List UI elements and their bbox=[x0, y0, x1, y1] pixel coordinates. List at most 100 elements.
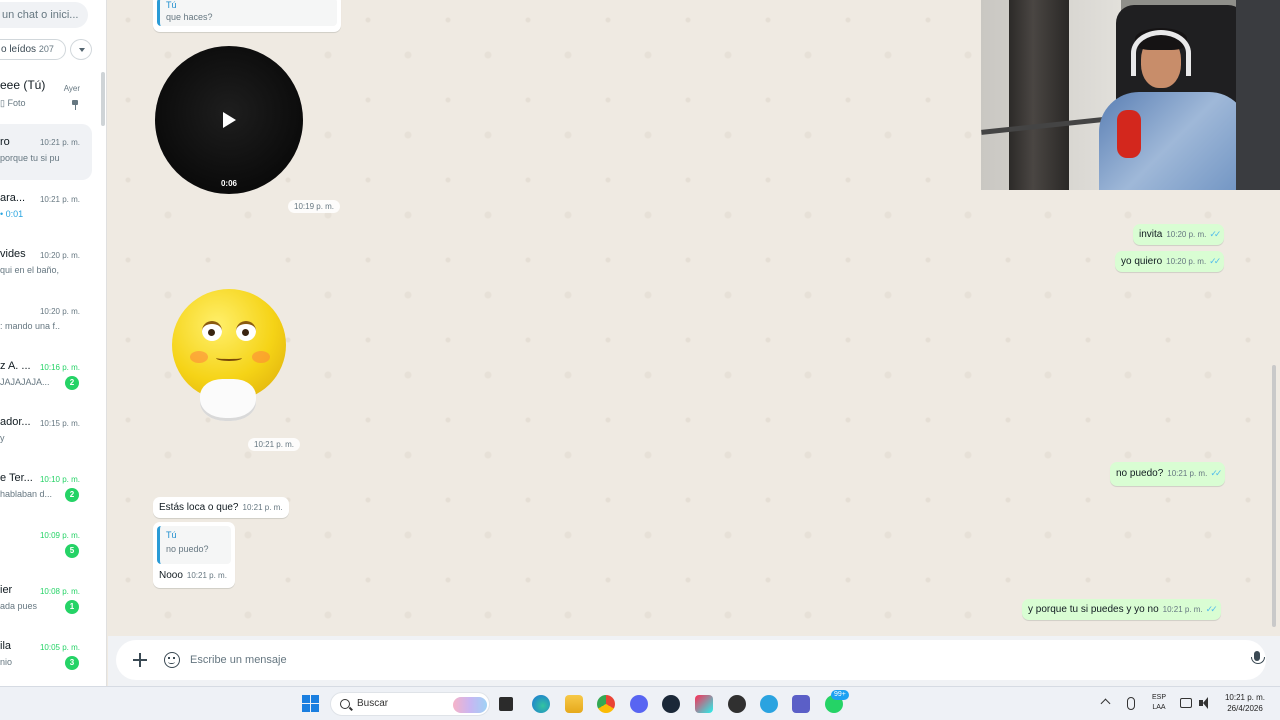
chat-name: vides bbox=[0, 248, 26, 260]
edge-icon[interactable] bbox=[532, 695, 550, 713]
folder-icon[interactable] bbox=[565, 695, 583, 713]
chat-time: 10:20 p. m. bbox=[39, 307, 80, 316]
incoming-reply-message[interactable]: Tú no puedo? Nooo 10:21 p. m. bbox=[153, 522, 235, 588]
chat-list-item[interactable]: ila 10:05 p. m. nio 3 bbox=[0, 640, 92, 686]
message-input[interactable] bbox=[190, 650, 1210, 670]
chat-list-item[interactable]: vides 10:20 p. m. qui en el baño, ... bbox=[0, 248, 92, 304]
whatsapp-window: un chat o inici... o leídos 207 eee (Tú)… bbox=[0, 0, 1280, 686]
chat-preview: y bbox=[0, 433, 5, 443]
chat-time: 10:08 p. m. bbox=[39, 587, 80, 596]
unread-filter-chip[interactable]: o leídos 207 bbox=[0, 39, 66, 60]
chat-name: ro bbox=[0, 136, 10, 148]
chevron-down-icon[interactable] bbox=[70, 39, 92, 60]
system-clock[interactable]: 10:21 p. m. 26/4/2026 bbox=[1218, 692, 1272, 714]
input-language[interactable]: ESP LAA bbox=[1150, 693, 1168, 713]
message-text: Estás loca o que? bbox=[159, 502, 239, 513]
microphone-icon[interactable] bbox=[1249, 651, 1265, 669]
obs-icon[interactable] bbox=[728, 695, 746, 713]
message-time: 10:20 p. m. bbox=[1166, 230, 1207, 239]
chat-time: Ayer bbox=[63, 84, 80, 93]
chat-list-item[interactable]: ador... 10:15 p. m. y bbox=[0, 416, 92, 472]
quoted-sender: Tú bbox=[166, 530, 177, 540]
telegram-icon[interactable] bbox=[760, 695, 778, 713]
incoming-message[interactable]: Estás loca o que? 10:21 p. m. bbox=[153, 497, 289, 518]
message-time: 10:21 p. m. bbox=[242, 503, 283, 512]
tiktok-icon[interactable] bbox=[695, 695, 713, 713]
video-note[interactable]: 0:06 bbox=[155, 46, 303, 194]
chat-preview: porque tu si pu... bbox=[0, 153, 60, 163]
microphone-tray-icon[interactable] bbox=[1127, 697, 1135, 710]
network-icon[interactable] bbox=[1180, 698, 1192, 708]
chat-name: e Ter... bbox=[0, 472, 33, 484]
quoted-text: que haces? bbox=[166, 12, 213, 22]
message-time: 10:19 p. m. bbox=[288, 200, 341, 213]
read-ticks-icon: ✓✓ bbox=[1209, 229, 1221, 239]
chat-name: ara... bbox=[0, 192, 26, 204]
chat-time: 10:21 p. m. bbox=[39, 138, 80, 147]
message-text: Nooo bbox=[159, 570, 183, 581]
chat-time: 10:20 p. m. bbox=[39, 251, 80, 260]
quoted-message[interactable]: Tú no puedo? bbox=[157, 526, 231, 564]
chat-preview: ▯ Foto bbox=[0, 98, 26, 108]
volume-icon[interactable] bbox=[1199, 697, 1211, 709]
message-time: 10:21 p. m. bbox=[248, 438, 301, 451]
outgoing-message[interactable]: y porque tu si puedes y yo no 10:21 p. m.… bbox=[1022, 599, 1221, 620]
quoted-text: no puedo? bbox=[166, 544, 209, 554]
sidebar-scrollbar[interactable] bbox=[101, 72, 105, 126]
chat-list-item[interactable]: z A. ... 10:16 p. m. JAJAJAJA... 2 bbox=[0, 360, 92, 416]
unread-badge: 1 bbox=[65, 600, 79, 614]
unread-badge: 2 bbox=[65, 376, 79, 390]
chat-list-item[interactable]: 10:20 p. m. : mando una f... bbox=[0, 304, 92, 360]
chat-name: ador... bbox=[0, 416, 31, 428]
teams-icon[interactable] bbox=[792, 695, 810, 713]
attach-plus-icon[interactable] bbox=[132, 652, 148, 668]
message-time: 10:21 p. m. bbox=[1167, 469, 1208, 478]
chat-name: z A. ... bbox=[0, 360, 31, 372]
chat-preview: : mando una f... bbox=[0, 321, 60, 331]
message-time: 10:21 p. m. bbox=[186, 571, 227, 580]
chat-list-item[interactable]: e Ter... 10:10 p. m. hablaban d... 2 bbox=[0, 472, 92, 528]
chat-search-input[interactable]: un chat o inici... bbox=[0, 2, 88, 28]
sticker-eye bbox=[202, 321, 222, 341]
outgoing-message[interactable]: invita 10:20 p. m. ✓✓ bbox=[1133, 224, 1225, 245]
clock-time: 10:21 p. m. bbox=[1224, 693, 1266, 702]
steam-icon[interactable] bbox=[662, 695, 680, 713]
search-highlight-icon bbox=[453, 697, 487, 713]
emoji-icon[interactable] bbox=[164, 652, 180, 668]
reply-bubble-partial[interactable]: Tú que haces? bbox=[153, 0, 341, 32]
chat-list-item-active[interactable]: ro 10:21 p. m. porque tu si pu... bbox=[0, 124, 92, 180]
lang-region: LAA bbox=[1152, 704, 1166, 711]
sticker-eye bbox=[236, 321, 256, 341]
unread-badge: 5 bbox=[65, 544, 79, 558]
message-text: no puedo? bbox=[1116, 468, 1164, 479]
outgoing-message[interactable]: no puedo? 10:21 p. m. ✓✓ bbox=[1110, 462, 1226, 486]
chat-list-item[interactable]: ara... 10:21 p. m. • 0:01 bbox=[0, 192, 92, 248]
chat-preview: JAJAJAJA... bbox=[0, 377, 50, 387]
chrome-icon[interactable] bbox=[597, 695, 615, 713]
chat-list-item[interactable]: 10:09 p. m. 5 bbox=[0, 528, 92, 584]
read-ticks-icon: ✓✓ bbox=[1210, 468, 1222, 478]
chat-time: 10:10 p. m. bbox=[39, 475, 80, 484]
unread-badge: 2 bbox=[65, 488, 79, 502]
discord-icon[interactable] bbox=[630, 695, 648, 713]
chat-list-item[interactable]: ier 10:08 p. m. ada pues 1 bbox=[0, 584, 92, 640]
start-icon[interactable] bbox=[302, 695, 320, 713]
whatsapp-badge: 99+ bbox=[831, 690, 849, 700]
sticker-hands bbox=[200, 379, 256, 421]
filter-label: o leídos bbox=[1, 44, 37, 55]
file-explorer-icon[interactable] bbox=[499, 697, 513, 711]
unread-badge: 3 bbox=[65, 656, 79, 670]
message-text: yo quiero bbox=[1121, 256, 1163, 267]
show-hidden-icons-icon[interactable] bbox=[1100, 698, 1111, 709]
quoted-message[interactable]: Tú que haces? bbox=[157, 0, 337, 26]
emoji-sticker[interactable] bbox=[170, 287, 290, 427]
conversation-scrollbar[interactable] bbox=[1272, 365, 1276, 627]
play-icon[interactable] bbox=[223, 112, 236, 128]
outgoing-message[interactable]: yo quiero 10:20 p. m. ✓✓ bbox=[1115, 251, 1225, 272]
filter-count: 207 bbox=[38, 44, 54, 54]
taskbar-search[interactable]: Buscar bbox=[330, 692, 490, 716]
chat-name: ila bbox=[0, 640, 12, 652]
compose-box bbox=[116, 640, 1266, 680]
chat-preview: qui en el baño, ... bbox=[0, 265, 60, 275]
sticker-cheek bbox=[190, 351, 208, 363]
